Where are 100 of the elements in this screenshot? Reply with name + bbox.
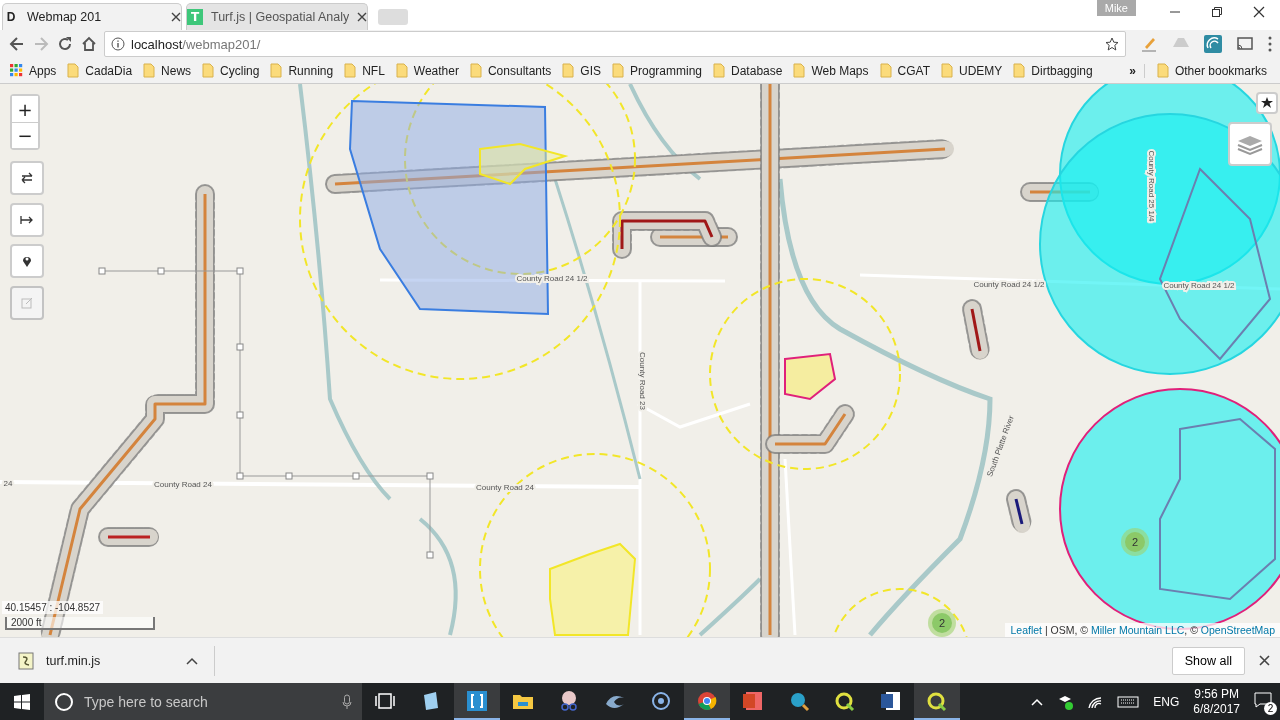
folder-icon: [879, 63, 892, 78]
search-field[interactable]: Type here to search: [82, 692, 334, 711]
home-icon[interactable]: [80, 35, 98, 53]
vertex-handle[interactable]: [236, 472, 244, 480]
more-bookmarks-button[interactable]: »: [1121, 63, 1145, 78]
measure-icon: [20, 213, 34, 227]
address-bar[interactable]: localhost/webmap201/: [104, 31, 1126, 57]
map-tool-button[interactable]: [10, 244, 44, 278]
download-filename[interactable]: turf.min.js: [46, 653, 174, 668]
bookmark[interactable]: Weather: [391, 63, 466, 78]
area-polygon: [784, 352, 837, 401]
restore-icon[interactable]: [1211, 6, 1223, 18]
close-icon[interactable]: [357, 12, 368, 22]
bookmark[interactable]: GIS: [558, 63, 608, 78]
folder-icon: [67, 63, 80, 78]
bookmark[interactable]: Database: [709, 63, 790, 78]
presentation-icon: [742, 689, 764, 712]
close-icon[interactable]: [171, 12, 181, 22]
vertex-handle[interactable]: [236, 267, 244, 275]
cluster-marker[interactable]: 2: [928, 609, 956, 637]
bookmark[interactable]: Web Maps: [789, 63, 876, 78]
draw-marker-button[interactable]: [1256, 92, 1278, 114]
chevron-up-icon[interactable]: [1031, 697, 1044, 706]
folder-icon: [1156, 63, 1169, 78]
document-icon: [880, 689, 902, 712]
bookmark[interactable]: Cycling: [198, 63, 267, 78]
bookmark[interactable]: UDEMY: [937, 63, 1010, 78]
folder-icon: [395, 63, 408, 78]
close-icon[interactable]: [1259, 655, 1270, 666]
attribution-link[interactable]: OpenStreetMap: [1200, 624, 1275, 636]
taskbar-app[interactable]: [914, 683, 960, 720]
browser-tab[interactable]: D Webmap 201: [2, 3, 182, 30]
bookmark[interactable]: Apps: [6, 63, 64, 78]
brackets-icon: [466, 689, 488, 712]
bookmark[interactable]: Programming: [608, 63, 710, 78]
script-file-icon: [18, 651, 34, 670]
buffered-route: [962, 299, 990, 361]
vertex-handle[interactable]: [426, 472, 434, 480]
vertex-handle[interactable]: [285, 472, 293, 480]
bookmark[interactable]: Consultants: [465, 63, 559, 78]
swap-arrows-icon: [20, 171, 34, 185]
browser-tab[interactable]: T Turf.js | Geospatial Analy: [186, 3, 369, 30]
windows-logo-icon[interactable]: [14, 693, 30, 710]
buffered-route: [1006, 489, 1032, 534]
vertex-handle[interactable]: [352, 472, 360, 480]
attribution-link[interactable]: Leaflet: [1010, 624, 1042, 636]
cast-icon[interactable]: [1236, 35, 1254, 53]
favicon: D: [5, 9, 17, 25]
show-all-button[interactable]: Show all: [1171, 646, 1245, 675]
bookmark[interactable]: News: [139, 63, 199, 78]
close-icon[interactable]: [1253, 6, 1265, 18]
folder-icon: [143, 63, 156, 78]
bookmark[interactable]: CadaDia: [63, 63, 140, 78]
taskbar-app[interactable]: [684, 683, 730, 720]
cluster-marker[interactable]: 2: [1121, 528, 1149, 556]
ring-icon: [650, 689, 672, 712]
wifi-icon[interactable]: [1087, 694, 1104, 709]
wave-icon[interactable]: [1204, 35, 1222, 53]
river-line: [698, 577, 762, 637]
reload-icon[interactable]: [56, 35, 74, 53]
bookmark[interactable]: Dirtbagging: [1009, 63, 1100, 78]
folder-icon: [270, 63, 283, 78]
vertex-handle[interactable]: [236, 411, 244, 419]
menu-icon[interactable]: [1268, 36, 1272, 52]
folder-icon: [1013, 63, 1026, 78]
bookmark[interactable]: Other bookmarks: [1152, 63, 1274, 78]
scissors-icon: [558, 689, 580, 712]
folder-icon: [612, 63, 624, 78]
clock-date[interactable]: 6/8/2017: [1193, 701, 1240, 717]
favicon: T: [187, 9, 203, 25]
bookmark[interactable]: NFL: [340, 63, 392, 78]
map-tool-button[interactable]: [10, 203, 44, 237]
road-label: 24: [3, 479, 13, 488]
bookmark[interactable]: CGAT: [875, 63, 937, 78]
star-icon[interactable]: [1105, 37, 1119, 51]
folder-icon: [793, 63, 806, 78]
zoom-out-button[interactable]: −: [12, 122, 38, 148]
vertex-handle[interactable]: [236, 343, 244, 351]
clock-time[interactable]: 9:56 PM: [1194, 686, 1239, 702]
bookmark[interactable]: Running: [266, 63, 341, 78]
vertex-handle[interactable]: [426, 551, 434, 559]
road-label: County Road 23: [638, 352, 647, 410]
info-icon: [111, 37, 125, 51]
taskbar-app[interactable]: [454, 683, 500, 720]
layers-button[interactable]: [1228, 122, 1272, 166]
road-label: County Road 24 1/2: [1163, 281, 1235, 290]
road-label: County Road 24: [476, 483, 534, 492]
back-icon[interactable]: [8, 35, 26, 53]
folder-icon: [469, 63, 482, 78]
language-indicator[interactable]: ENG: [1153, 694, 1180, 709]
keyboard-icon[interactable]: [1117, 695, 1140, 708]
folder-icon: [344, 63, 357, 78]
microphone-icon: [342, 693, 352, 710]
vertex-handle[interactable]: [98, 267, 106, 275]
caret-icon[interactable]: [186, 656, 198, 665]
attribution-text: | OSM, ©: [1043, 624, 1090, 636]
marker-icon: [20, 254, 34, 268]
vertex-handle[interactable]: [157, 267, 165, 275]
map-tool-button[interactable]: [10, 161, 44, 195]
search-bar[interactable]: Type here to search: [44, 683, 362, 720]
